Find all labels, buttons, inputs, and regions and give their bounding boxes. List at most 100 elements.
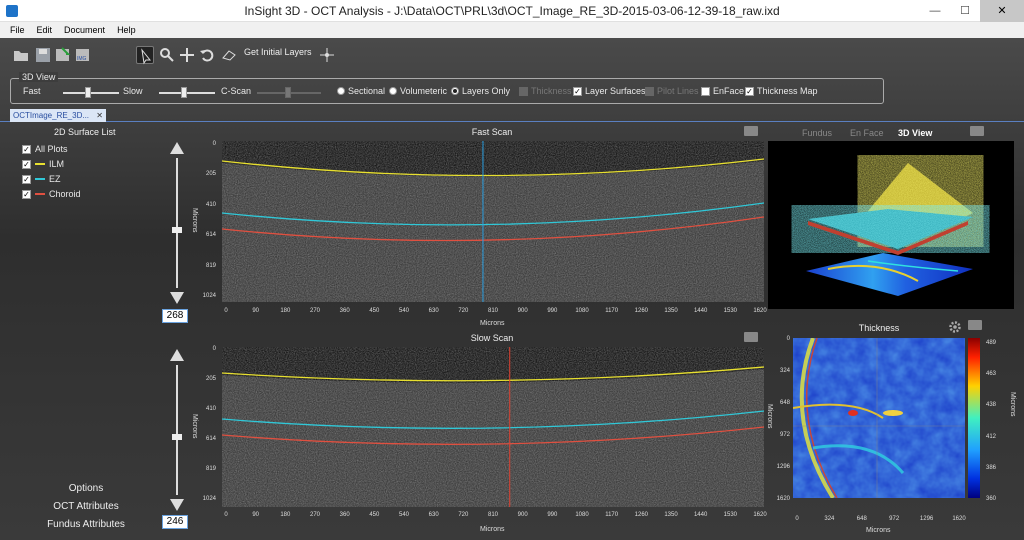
slow-scan-slider-knob[interactable] [172, 433, 182, 440]
fundus-attributes-link[interactable]: Fundus Attributes [0, 519, 172, 530]
slow-scan-xtick: 540 [398, 512, 409, 518]
tab-en-face[interactable]: En Face [850, 128, 884, 138]
surface-item-ez[interactable]: ✓ EZ [22, 174, 61, 184]
cscan-label: C-Scan [221, 86, 252, 96]
add-point-icon[interactable] [318, 46, 336, 64]
radio-sectional-dot[interactable] [337, 87, 345, 95]
slow-scan-detach-icon[interactable] [744, 332, 758, 342]
surface-ez-label: EZ [49, 174, 61, 184]
fast-scan-xtick: 1260 [634, 308, 648, 314]
check-thickness-map-label: Thickness Map [757, 86, 818, 96]
surface-ilm-check[interactable]: ✓ [22, 159, 31, 169]
tab-fundus[interactable]: Fundus [802, 128, 832, 138]
cscan-slider-knob[interactable] [285, 87, 291, 98]
view3d-detach-icon[interactable] [970, 126, 984, 136]
oct-attributes-link[interactable]: OCT Attributes [0, 501, 172, 512]
surface-all-plots-check[interactable]: ✓ [22, 144, 31, 154]
thickness-settings-gear-icon[interactable] [948, 320, 962, 334]
fast-scan-xtick: 180 [280, 308, 291, 314]
slow-scan-vslider[interactable] [170, 349, 184, 511]
fast-slider[interactable] [63, 87, 119, 98]
surface-item-all-plots[interactable]: ✓ All Plots [22, 144, 68, 154]
fast-scan-up-arrow-icon[interactable] [170, 142, 184, 154]
check-layer-surfaces-box[interactable]: ✓ [573, 86, 582, 96]
zoom-icon[interactable] [158, 46, 176, 64]
thickness-ytick: 1296 [776, 464, 790, 470]
check-enface-box[interactable] [701, 86, 710, 96]
surface-item-choroid[interactable]: ✓ Choroid [22, 189, 81, 199]
slow-scan-image[interactable] [222, 347, 764, 507]
slow-scan-slider-track[interactable] [176, 365, 178, 495]
radio-volumeteric-dot[interactable] [389, 87, 397, 95]
fast-scan-xtick: 900 [517, 308, 528, 314]
save-icon[interactable] [34, 46, 52, 64]
fast-scan-xtick: 90 [252, 308, 259, 314]
radio-layers-only[interactable]: Layers Only [451, 86, 510, 96]
pan-icon[interactable] [178, 46, 196, 64]
check-pilot-lines[interactable]: Pilot Lines [645, 86, 699, 96]
fast-scan-slider-track[interactable] [176, 158, 178, 288]
slow-scan-value[interactable]: 246 [162, 515, 188, 529]
undo-icon[interactable] [198, 46, 216, 64]
export-img-icon[interactable]: IMG [74, 46, 92, 64]
colorbar-label: Microns [1009, 392, 1016, 417]
fast-scan-detach-icon[interactable] [744, 126, 758, 136]
menu-document[interactable]: Document [64, 22, 105, 38]
check-enface[interactable]: EnFace [701, 86, 744, 96]
maximize-button[interactable]: ☐ [950, 0, 980, 22]
erase-icon[interactable] [220, 46, 238, 64]
menu-help[interactable]: Help [117, 22, 136, 38]
check-thickness-map[interactable]: ✓ Thickness Map [745, 86, 818, 96]
fast-scan-vslider[interactable] [170, 142, 184, 304]
fast-scan-down-arrow-icon[interactable] [170, 292, 184, 304]
document-tab-label: OCTImage_RE_3D... [13, 111, 90, 120]
menu-file[interactable]: File [10, 22, 25, 38]
cscan-slider[interactable] [257, 87, 321, 98]
slow-scan-down-arrow-icon[interactable] [170, 499, 184, 511]
tab-3d-view[interactable]: 3D View [898, 128, 932, 138]
fast-scan-image[interactable] [222, 141, 764, 302]
radio-sectional[interactable]: Sectional [337, 86, 385, 96]
fast-scan-xtick: 0 [224, 308, 228, 314]
radio-layers-only-dot[interactable] [451, 87, 459, 95]
colorbar-tick: 386 [986, 464, 997, 471]
open-folder-icon[interactable] [12, 46, 30, 64]
check-thickness[interactable]: Thickness [519, 86, 572, 96]
export-icon[interactable] [54, 46, 72, 64]
check-thickness-box[interactable] [519, 86, 528, 96]
check-thickness-map-box[interactable]: ✓ [745, 86, 754, 96]
cursor-icon[interactable] [136, 46, 154, 65]
menu-edit[interactable]: Edit [37, 22, 53, 38]
slow-scan-xtick: 1440 [693, 512, 708, 518]
fast-scan-slider-knob[interactable] [172, 226, 182, 233]
document-tab[interactable]: OCTImage_RE_3D... ✕ [10, 109, 106, 122]
fast-scan-value[interactable]: 268 [162, 309, 188, 323]
ilm-color-swatch [35, 163, 45, 165]
slow-scan-title: Slow Scan [470, 333, 514, 343]
fast-scan-xtick: 630 [428, 308, 439, 314]
fast-scan-xtick: 1530 [723, 308, 737, 314]
slow-scan-xtick: 1080 [575, 512, 589, 518]
thickness-detach-icon[interactable] [968, 320, 982, 330]
slow-slider[interactable] [159, 87, 215, 98]
view3d-svg [806, 163, 973, 296]
surface-ez-check[interactable]: ✓ [22, 174, 31, 184]
surface-choroid-check[interactable]: ✓ [22, 189, 31, 199]
thickness-map[interactable] [792, 337, 965, 500]
minimize-button[interactable]: — [920, 0, 950, 22]
slow-scan-xtick: 90 [252, 512, 259, 518]
radio-volumeteric[interactable]: Volumeteric [389, 86, 447, 96]
slow-slider-knob[interactable] [181, 87, 187, 98]
fast-slider-knob[interactable] [85, 87, 91, 98]
surface-item-ilm[interactable]: ✓ ILM [22, 159, 64, 169]
slow-scan-up-arrow-icon[interactable] [170, 349, 184, 361]
options-link[interactable]: Options [0, 483, 172, 494]
close-button[interactable]: ✕ [980, 0, 1024, 22]
slow-scan-ytick: 614 [205, 436, 216, 442]
view3d-render[interactable] [768, 141, 1014, 309]
close-tab-icon[interactable]: ✕ [96, 109, 103, 122]
check-pilot-lines-box[interactable] [645, 86, 654, 96]
get-initial-layers-button[interactable]: Get Initial Layers [244, 47, 312, 57]
choroid-color-swatch [35, 193, 45, 195]
check-layer-surfaces[interactable]: ✓ Layer Surfaces [573, 86, 646, 96]
